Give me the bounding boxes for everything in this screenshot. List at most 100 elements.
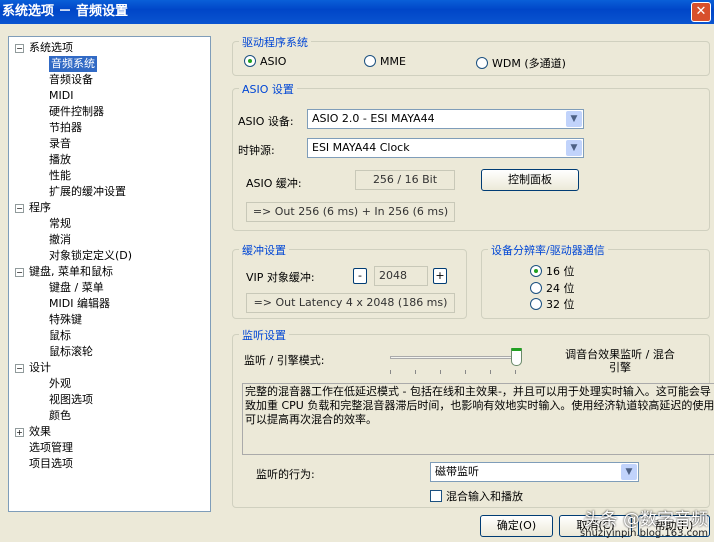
- group-title: 缓冲设置: [239, 242, 289, 258]
- close-button[interactable]: ✕: [691, 2, 711, 22]
- asio-buffer-value: 256 / 16 Bit: [355, 170, 455, 190]
- monitor-mode-value: 调音台效果监听 / 混合引擎: [565, 348, 675, 374]
- tree-item-label: 鼠标滚轮: [49, 345, 93, 358]
- tree-item[interactable]: 鼠标: [9, 328, 210, 344]
- clock-label: 时钟源:: [238, 144, 275, 157]
- collapse-icon[interactable]: −: [15, 204, 24, 213]
- tree-item[interactable]: − 程序: [9, 200, 210, 216]
- monitor-behavior-select[interactable]: 磁带监听 ▼: [430, 462, 639, 482]
- tree-item-label: 颜色: [49, 409, 71, 422]
- group-title: 设备分辨率/驱动器通信: [488, 242, 608, 258]
- collapse-icon[interactable]: −: [15, 44, 24, 53]
- group-title: ASIO 设置: [239, 81, 297, 97]
- tree-item-label: 节拍器: [49, 121, 82, 134]
- tree-item-label: 键盘 / 菜单: [49, 281, 104, 294]
- radio-asio[interactable]: ASIO: [244, 55, 286, 68]
- mix-input-checkbox[interactable]: 混合输入和播放: [430, 488, 523, 504]
- tree-item-label: MIDI 编辑器: [49, 297, 110, 310]
- chevron-down-icon: ▼: [566, 140, 582, 156]
- tree-item[interactable]: 对象锁定定义(D): [9, 248, 210, 264]
- driver-group: 驱动程序系统: [232, 34, 710, 76]
- asio-latency: => Out 256 (6 ms) + In 256 (6 ms): [246, 202, 455, 222]
- monitor-behavior-label: 监听的行为:: [256, 468, 315, 481]
- asio-device-select[interactable]: ASIO 2.0 - ESI MAYA44 ▼: [307, 109, 584, 129]
- tree-item-label: 外观: [49, 377, 71, 390]
- tree-item-label: 系统选项: [29, 41, 73, 54]
- collapse-icon[interactable]: −: [15, 364, 24, 373]
- tree-item-label: 选项管理: [29, 441, 73, 454]
- tree-item-label: 程序: [29, 201, 51, 214]
- tree-item[interactable]: 录音: [9, 136, 210, 152]
- tree-item-label: MIDI: [49, 89, 74, 102]
- tree-item-label: 对象锁定定义(D): [49, 249, 133, 262]
- ok-button[interactable]: 确定(O): [480, 515, 553, 537]
- tree-item-label: 设计: [29, 361, 51, 374]
- decrease-button[interactable]: -: [353, 268, 367, 284]
- tree-item[interactable]: 项目选项: [9, 456, 210, 472]
- tree-item-label: 播放: [49, 153, 71, 166]
- tree-item-label: 录音: [49, 137, 71, 150]
- watermark: 头条 @数字音频: [583, 510, 708, 530]
- tree-item[interactable]: 撤消: [9, 232, 210, 248]
- tree-item[interactable]: 性能: [9, 168, 210, 184]
- tree-item[interactable]: 鼠标滚轮: [9, 344, 210, 360]
- tree-item-label: 撤消: [49, 233, 71, 246]
- options-tree[interactable]: − 系统选项 音频系统 音频设备 MIDI 硬件控制器 节拍器 录音 播放 性能 扩展的缓冲设置 − 程…: [8, 36, 211, 512]
- title-bar: 系统选项 － 音频设置 ✕: [0, 0, 714, 24]
- tree-item[interactable]: MIDI 编辑器: [9, 296, 210, 312]
- slider-thumb[interactable]: [511, 348, 522, 366]
- tree-item[interactable]: − 系统选项: [9, 40, 210, 56]
- tree-item[interactable]: MIDI: [9, 88, 210, 104]
- asio-device-label: ASIO 设备:: [238, 115, 294, 128]
- tree-item[interactable]: 节拍器: [9, 120, 210, 136]
- collapse-icon[interactable]: −: [15, 268, 24, 277]
- tree-item-label: 键盘, 菜单和鼠标: [29, 265, 113, 278]
- tree-item[interactable]: 音频系统: [9, 56, 210, 72]
- vip-buffer-label: VIP 对象缓冲:: [246, 271, 315, 284]
- tree-item-label: 项目选项: [29, 457, 73, 470]
- tree-item[interactable]: 播放: [9, 152, 210, 168]
- tree-item-label: 性能: [49, 169, 71, 182]
- radio-wdm[interactable]: WDM (多通道): [476, 55, 566, 71]
- tree-item-label: 音频系统: [49, 56, 97, 72]
- increase-button[interactable]: +: [433, 268, 447, 284]
- tree-item-label: 效果: [29, 425, 51, 438]
- tree-item-label: 视图选项: [49, 393, 93, 406]
- tree-item-label: 鼠标: [49, 329, 71, 342]
- tree-item[interactable]: 硬件控制器: [9, 104, 210, 120]
- radio-32bit[interactable]: 32 位: [530, 296, 575, 312]
- tree-item-label: 扩展的缓冲设置: [49, 185, 126, 198]
- tree-item[interactable]: 常规: [9, 216, 210, 232]
- tree-item[interactable]: − 设计: [9, 360, 210, 376]
- monitor-mode-label: 监听 / 引擎模式:: [244, 354, 325, 367]
- tree-item[interactable]: − 键盘, 菜单和鼠标: [9, 264, 210, 280]
- radio-mme[interactable]: MME: [364, 55, 406, 68]
- window-title: 系统选项 － 音频设置: [2, 4, 129, 19]
- buffer-latency: => Out Latency 4 x 2048 (186 ms): [246, 293, 455, 313]
- tree-item-label: 特殊键: [49, 313, 82, 326]
- tree-item-label: 硬件控制器: [49, 105, 104, 118]
- monitor-mode-slider[interactable]: [390, 348, 522, 374]
- radio-24bit[interactable]: 24 位: [530, 280, 575, 296]
- tree-item[interactable]: 颜色: [9, 408, 210, 424]
- tree-item[interactable]: 音频设备: [9, 72, 210, 88]
- asio-buffer-label: ASIO 缓冲:: [246, 177, 302, 190]
- group-title: 驱动程序系统: [239, 34, 311, 50]
- tree-item[interactable]: 特殊键: [9, 312, 210, 328]
- expand-icon[interactable]: +: [15, 428, 24, 437]
- radio-16bit[interactable]: 16 位: [530, 263, 575, 279]
- control-panel-button[interactable]: 控制面板: [481, 169, 579, 191]
- chevron-down-icon: ▼: [566, 111, 582, 127]
- vip-buffer-value: 2048: [374, 266, 428, 286]
- tree-item[interactable]: 键盘 / 菜单: [9, 280, 210, 296]
- tree-item[interactable]: 视图选项: [9, 392, 210, 408]
- tree-item[interactable]: 选项管理: [9, 440, 210, 456]
- tree-item[interactable]: 外观: [9, 376, 210, 392]
- chevron-down-icon: ▼: [621, 464, 637, 480]
- tree-item[interactable]: + 效果: [9, 424, 210, 440]
- watermark-url: shuziyinpin.blog.163.com: [580, 528, 708, 539]
- resolution-group: 设备分辨率/驱动器通信: [481, 242, 710, 319]
- tree-item-label: 音频设备: [49, 73, 93, 86]
- clock-source-select[interactable]: ESI MAYA44 Clock ▼: [307, 138, 584, 158]
- tree-item[interactable]: 扩展的缓冲设置: [9, 184, 210, 200]
